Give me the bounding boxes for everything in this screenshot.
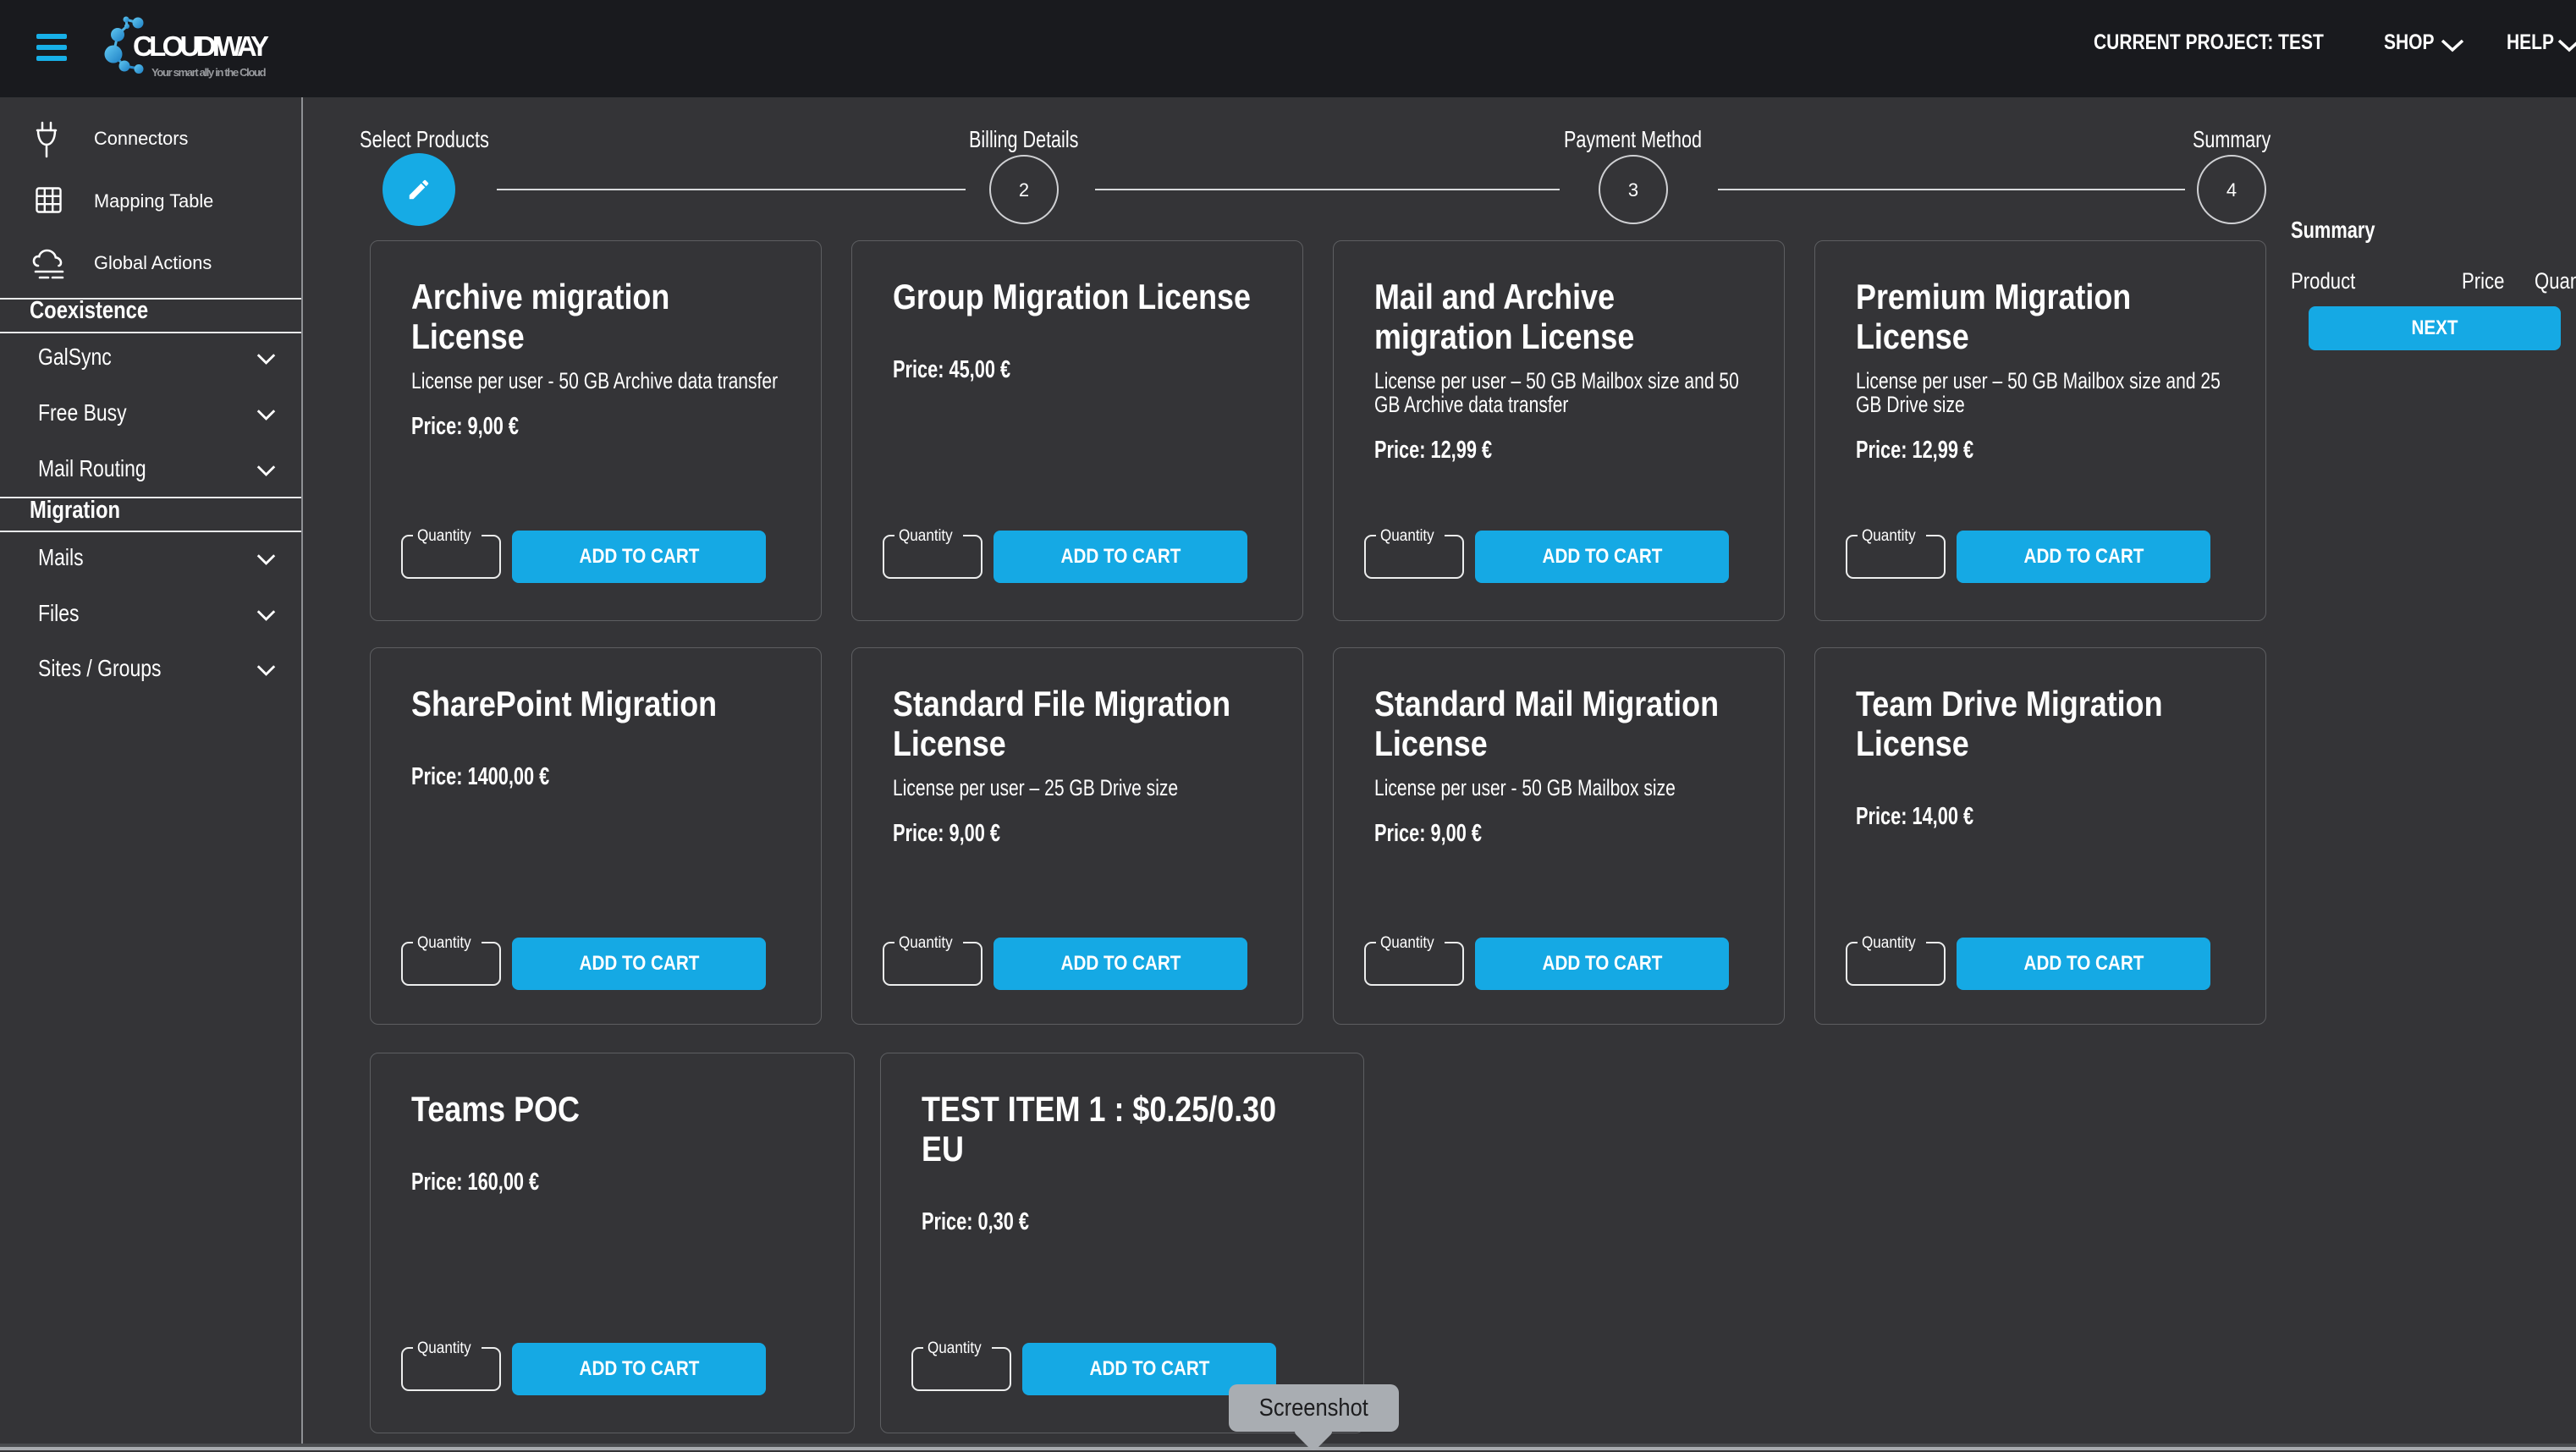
svg-text:CLOUDIWAY: CLOUDIWAY — [133, 30, 269, 62]
svg-text:Your smart ally in the Cloud: Your smart ally in the Cloud — [151, 66, 267, 79]
